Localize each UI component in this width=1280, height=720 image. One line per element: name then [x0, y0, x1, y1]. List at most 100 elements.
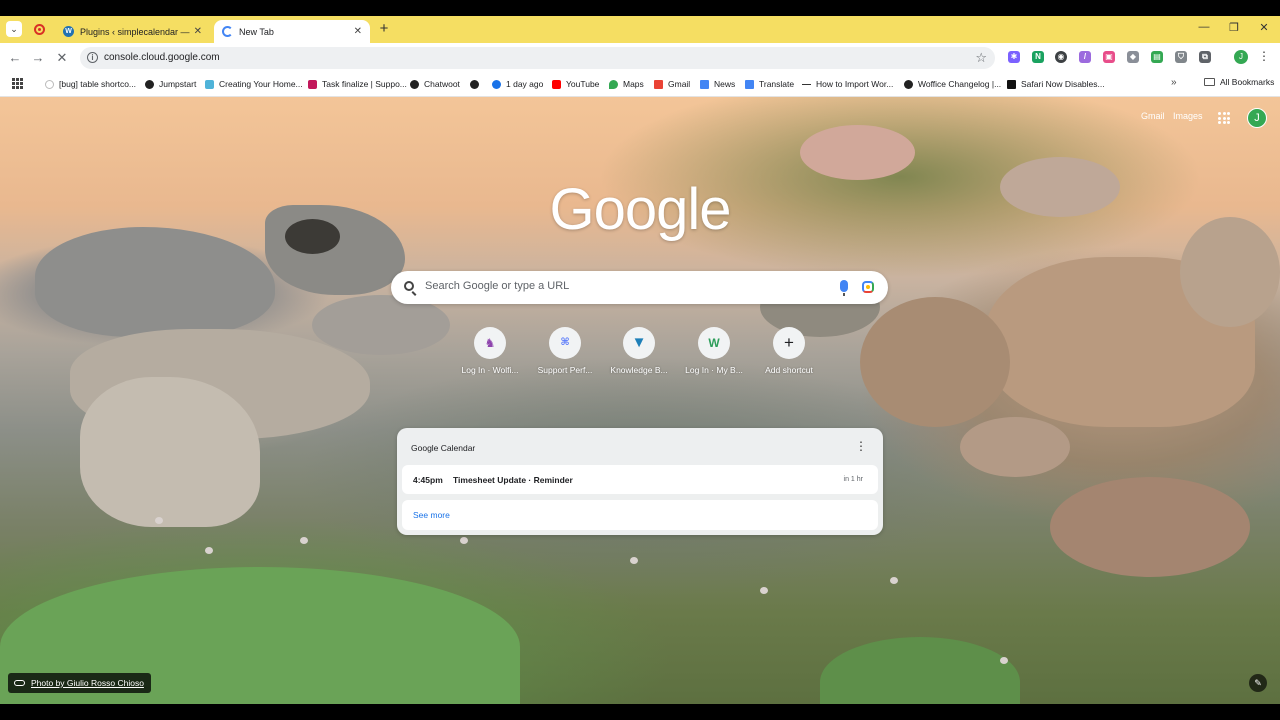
site-icon: [492, 79, 501, 89]
forward-icon[interactable]: →: [30, 50, 46, 66]
background-rock: [35, 227, 275, 337]
event-relative-time: in 1 hr: [843, 476, 863, 483]
see-more-row[interactable]: See more: [402, 500, 878, 530]
search-input[interactable]: [425, 280, 805, 292]
bookmark-item[interactable]: Translate: [745, 77, 794, 91]
background-rock: [860, 297, 1010, 427]
background-flower: [155, 517, 163, 524]
close-icon[interactable]: ✕: [354, 26, 362, 37]
extension-diamond-icon[interactable]: ◆: [1127, 51, 1139, 63]
search-box[interactable]: [391, 271, 888, 304]
background-rock: [1000, 157, 1120, 217]
profile-avatar[interactable]: J: [1234, 50, 1248, 64]
shortcut-tile[interactable]: W Log In · My B...: [674, 325, 754, 385]
bookmarks-bar: [bug] table shortco... Jumpstart Creatin…: [0, 73, 1280, 97]
add-shortcut-button[interactable]: + Add shortcut: [749, 325, 829, 385]
restore-icon[interactable]: ❐: [1227, 21, 1241, 34]
recording-icon[interactable]: [34, 24, 45, 35]
new-tab-button[interactable]: +: [377, 21, 391, 36]
background-flower: [630, 557, 638, 564]
all-bookmarks-button[interactable]: All Bookmarks: [1204, 77, 1274, 87]
extension-shield-icon[interactable]: ⛉: [1175, 51, 1187, 63]
gmail-link[interactable]: Gmail: [1141, 111, 1165, 121]
extension-n-icon[interactable]: N: [1032, 51, 1044, 63]
bookmark-item[interactable]: News: [700, 77, 735, 91]
extension-green-icon[interactable]: ▤: [1151, 51, 1163, 63]
apps-icon[interactable]: [12, 78, 23, 89]
bookmark-item[interactable]: Woffice Changelog |...: [904, 77, 1001, 91]
background-flower: [890, 577, 898, 584]
extension-icon[interactable]: ✱: [1008, 51, 1020, 63]
browser-window: ⌄ W Plugins ‹ simplecalendar — Wo ✕ New …: [0, 16, 1280, 704]
wolf-icon: ♞: [474, 327, 506, 359]
toolbar: ← → ✕ i console.cloud.google.com ☆ ✱ N ◉…: [0, 43, 1280, 73]
wordpress-icon: W: [63, 26, 74, 37]
bookmark-item[interactable]: Jumpstart: [145, 77, 196, 91]
google-lens-icon[interactable]: [862, 281, 874, 293]
window-close-icon[interactable]: ✕: [1257, 21, 1271, 34]
bookmark-item[interactable]: How to Import Wor...: [802, 77, 893, 91]
customize-pencil-icon[interactable]: ✎: [1249, 674, 1267, 692]
support-icon: ⌘: [549, 327, 581, 359]
site-icon: [470, 79, 479, 89]
bookmark-item[interactable]: 1 day ago: [492, 77, 543, 91]
maps-icon: [609, 79, 618, 89]
google-apps-icon[interactable]: [1218, 112, 1230, 124]
url-text[interactable]: console.cloud.google.com: [104, 52, 220, 63]
microphone-icon[interactable]: [840, 280, 848, 296]
shortcut-tile[interactable]: ♞ Log In · Wolfi...: [450, 325, 530, 385]
shortcut-label: Log In · Wolfi...: [461, 365, 519, 375]
background-rock: [80, 377, 260, 527]
tab-new-tab[interactable]: New Tab ✕: [214, 20, 370, 43]
bookmark-item[interactable]: Gmail: [654, 77, 690, 91]
photo-credit[interactable]: Photo by Giulio Rosso Chioso: [8, 673, 151, 693]
dash-icon: [802, 83, 811, 86]
photo-credit-text[interactable]: Photo by Giulio Rosso Chioso: [31, 678, 144, 688]
shortcut-tile[interactable]: ⌘ Support Perf...: [525, 325, 605, 385]
minimize-icon[interactable]: —: [1197, 21, 1211, 33]
address-bar[interactable]: i console.cloud.google.com ☆: [80, 47, 995, 69]
site-icon: [308, 79, 317, 89]
tab-search-button[interactable]: ⌄: [6, 21, 22, 37]
close-icon[interactable]: ✕: [194, 26, 202, 37]
bookmark-item[interactable]: Chatwoot: [470, 77, 484, 91]
bookmark-item[interactable]: [bug] table shortco...: [45, 77, 136, 91]
more-menu-icon[interactable]: ⋮: [1258, 49, 1270, 63]
shortcut-label: Support Perf...: [537, 365, 593, 375]
tab-title: New Tab: [239, 26, 274, 37]
bookmark-item[interactable]: Task finalize | Suppo...: [308, 77, 407, 91]
background-flower: [300, 537, 308, 544]
event-title: Timesheet Update · Reminder: [453, 475, 573, 485]
site-info-icon[interactable]: i: [87, 52, 98, 63]
tab-plugins[interactable]: W Plugins ‹ simplecalendar — Wo ✕: [55, 20, 210, 43]
shortcut-label: Knowledge B...: [610, 365, 668, 375]
extension-pen-icon[interactable]: /: [1079, 51, 1091, 63]
extension-pink-icon[interactable]: ▣: [1103, 51, 1115, 63]
more-bookmarks-icon[interactable]: »: [1171, 77, 1177, 88]
bookmark-item[interactable]: Chatwoot: [410, 77, 460, 91]
background-flower: [460, 537, 468, 544]
account-avatar[interactable]: J: [1247, 108, 1267, 128]
extensions-puzzle-icon[interactable]: ⧉: [1199, 51, 1211, 63]
stop-loading-icon[interactable]: ✕: [54, 50, 70, 66]
bookmark-item[interactable]: Creating Your Home...: [205, 77, 303, 91]
extension-circle-icon[interactable]: ◉: [1055, 51, 1067, 63]
tab-strip: ⌄ W Plugins ‹ simplecalendar — Wo ✕ New …: [0, 16, 1280, 43]
shortcut-label: Log In · My B...: [685, 365, 743, 375]
shortcut-label: Add shortcut: [765, 365, 813, 375]
more-options-icon[interactable]: ⋮: [855, 439, 867, 453]
shortcut-tile[interactable]: ▼ Knowledge B...: [599, 325, 679, 385]
calendar-event[interactable]: 4:45pm Timesheet Update · Reminder in 1 …: [402, 465, 878, 494]
bookmark-item[interactable]: YouTube: [552, 77, 599, 91]
background-rock: [960, 417, 1070, 477]
images-link[interactable]: Images: [1173, 111, 1203, 121]
see-more-link[interactable]: See more: [413, 510, 450, 520]
bookmark-item[interactable]: Safari Now Disables...: [1007, 77, 1105, 91]
bookmark-item[interactable]: Maps: [609, 77, 644, 91]
link-icon: [14, 680, 25, 686]
back-icon[interactable]: ←: [7, 50, 23, 66]
google-calendar-card: Google Calendar ⋮ 4:45pm Timesheet Updat…: [397, 428, 883, 535]
new-tab-page: Gmail Images J Google ♞ Log In · Wolfi..…: [0, 97, 1280, 704]
bookmark-star-icon[interactable]: ☆: [975, 50, 987, 66]
background-rock: [1050, 477, 1250, 577]
